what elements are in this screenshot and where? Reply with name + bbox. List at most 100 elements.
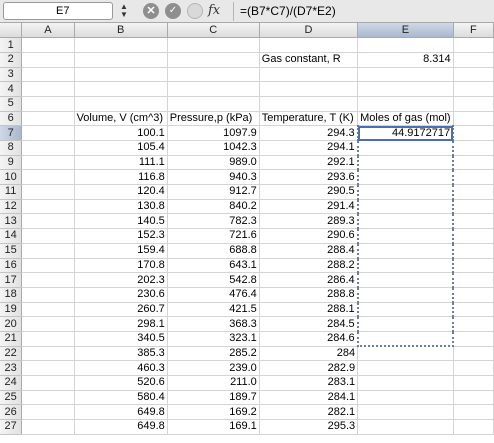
cell-a15[interactable] — [21, 243, 75, 259]
cell-d14[interactable]: 290.6 — [259, 228, 359, 244]
cell-b5[interactable] — [74, 96, 168, 112]
cell-a23[interactable] — [21, 360, 75, 376]
cell-c11[interactable]: 912.7 — [167, 184, 260, 200]
cell-c16[interactable]: 643.1 — [167, 258, 260, 274]
cell-e4[interactable] — [357, 81, 454, 97]
cell-f9[interactable] — [453, 155, 494, 171]
cell-a17[interactable] — [21, 272, 75, 288]
cell-d26[interactable]: 282.1 — [259, 404, 359, 421]
row-header[interactable]: 8 — [0, 140, 23, 156]
column-header-c[interactable]: C — [167, 23, 260, 39]
cell-e3[interactable] — [357, 67, 454, 83]
row-header[interactable]: 24 — [0, 375, 23, 391]
cell-e17[interactable] — [356, 272, 455, 288]
cell-d19[interactable]: 288.1 — [259, 302, 359, 318]
cell-a9[interactable] — [21, 155, 75, 171]
cell-f20[interactable] — [453, 316, 494, 332]
cell-a16[interactable] — [21, 258, 75, 274]
cell-a5[interactable] — [21, 96, 75, 112]
cell-e14[interactable] — [356, 228, 455, 244]
cell-c9[interactable]: 989.0 — [167, 155, 260, 171]
cell-d6[interactable]: Temperature, T (K) — [259, 111, 359, 127]
cell-d16[interactable]: 288.2 — [259, 258, 359, 274]
cell-e19[interactable] — [356, 302, 455, 318]
row-header[interactable]: 13 — [0, 213, 23, 230]
cell-e6[interactable]: Moles of gas (mol) — [357, 111, 454, 127]
cell-d24[interactable]: 283.1 — [259, 375, 359, 391]
cell-d11[interactable]: 290.5 — [259, 184, 359, 200]
cell-d27[interactable]: 295.3 — [259, 419, 359, 435]
cell-f13[interactable] — [453, 213, 494, 230]
select-all-corner[interactable] — [0, 23, 23, 39]
cell-a12[interactable] — [21, 199, 75, 215]
column-header-b[interactable]: B — [74, 23, 168, 39]
cell-b10[interactable]: 116.8 — [74, 169, 168, 186]
cell-a11[interactable] — [21, 184, 75, 200]
cell-f11[interactable] — [453, 184, 494, 200]
row-header[interactable]: 5 — [0, 96, 23, 112]
cell-a26[interactable] — [21, 404, 75, 421]
cell-b21[interactable]: 340.5 — [74, 331, 168, 347]
cancel-icon[interactable]: ✕ — [143, 3, 159, 19]
column-header-d[interactable]: D — [259, 23, 359, 39]
row-header[interactable]: 11 — [0, 184, 23, 200]
cell-d4[interactable] — [259, 81, 359, 97]
cell-e11[interactable] — [356, 184, 455, 200]
cell-e13[interactable] — [356, 213, 455, 230]
cell-a4[interactable] — [21, 81, 75, 97]
fx-icon[interactable]: fx — [208, 2, 230, 20]
cell-a10[interactable] — [21, 169, 75, 186]
cell-a21[interactable] — [21, 331, 75, 347]
row-header[interactable]: 22 — [0, 346, 23, 362]
cell-a24[interactable] — [21, 375, 75, 391]
cell-a13[interactable] — [21, 213, 75, 230]
cell-b4[interactable] — [74, 81, 168, 97]
cell-d22[interactable]: 284 — [259, 346, 359, 362]
cell-a7[interactable] — [21, 125, 75, 141]
cell-a18[interactable] — [21, 287, 75, 303]
row-header[interactable]: 14 — [0, 228, 23, 244]
cell-c1[interactable] — [167, 37, 260, 53]
cell-f26[interactable] — [453, 404, 494, 421]
cell-b17[interactable]: 202.3 — [74, 272, 168, 288]
cell-d2[interactable]: Gas constant, R — [259, 52, 359, 68]
cell-f15[interactable] — [453, 243, 494, 259]
cell-e5[interactable] — [357, 96, 454, 112]
cell-f3[interactable] — [453, 67, 494, 83]
cell-d21[interactable]: 284.6 — [259, 331, 359, 347]
cell-a1[interactable] — [21, 37, 75, 53]
row-header[interactable]: 16 — [0, 258, 23, 274]
cell-e10[interactable] — [356, 169, 455, 186]
cell-f19[interactable] — [453, 302, 494, 318]
cell-b12[interactable]: 130.8 — [74, 199, 168, 215]
cell-e12[interactable] — [356, 199, 455, 215]
row-header[interactable]: 19 — [0, 302, 23, 318]
cell-d8[interactable]: 294.1 — [259, 140, 359, 156]
cell-b24[interactable]: 520.6 — [74, 375, 168, 391]
cell-e26[interactable] — [357, 404, 454, 421]
cell-d10[interactable]: 293.6 — [259, 169, 359, 186]
name-box-stepper-icon[interactable]: ▲ ▼ — [118, 3, 130, 19]
cell-a27[interactable] — [21, 419, 75, 435]
cell-c4[interactable] — [167, 81, 260, 97]
cell-f8[interactable] — [453, 140, 494, 156]
row-header[interactable]: 18 — [0, 287, 23, 303]
cell-b2[interactable] — [74, 52, 168, 68]
cell-c3[interactable] — [167, 67, 260, 83]
cell-d9[interactable]: 292.1 — [259, 155, 359, 171]
cell-f6[interactable] — [453, 111, 494, 127]
cell-b14[interactable]: 152.3 — [74, 228, 168, 244]
row-header[interactable]: 3 — [0, 67, 23, 83]
cell-d17[interactable]: 286.4 — [259, 272, 359, 288]
cell-e9[interactable] — [356, 155, 455, 171]
cell-f14[interactable] — [453, 228, 494, 244]
cell-a3[interactable] — [21, 67, 75, 83]
cell-a22[interactable] — [21, 346, 75, 362]
cell-c17[interactable]: 542.8 — [167, 272, 260, 288]
cell-d13[interactable]: 289.3 — [259, 213, 359, 230]
cell-f25[interactable] — [453, 390, 494, 406]
cell-f22[interactable] — [453, 346, 494, 362]
cell-a6[interactable] — [21, 111, 75, 127]
row-header[interactable]: 27 — [0, 419, 23, 435]
checkmark-icon[interactable]: ✓ — [165, 3, 181, 19]
